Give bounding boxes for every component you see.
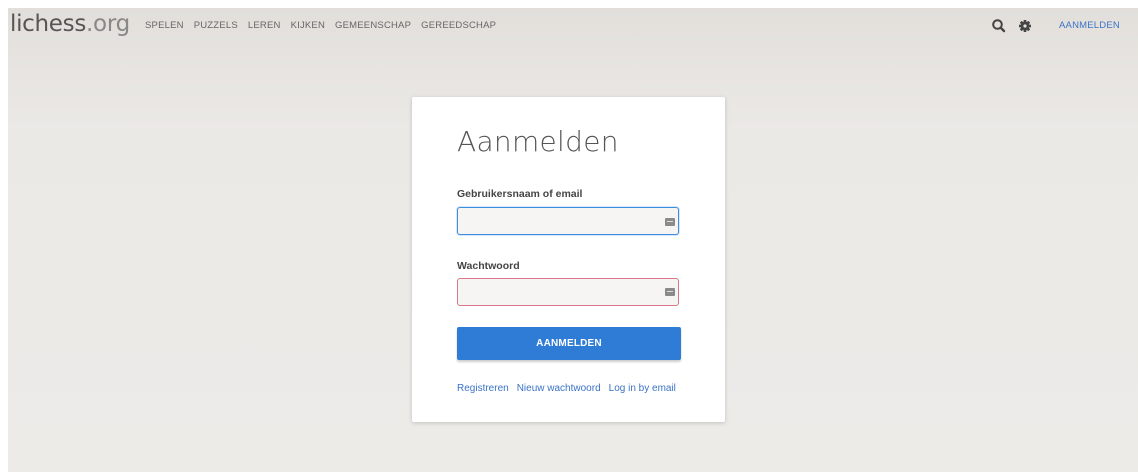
login-card: Aanmelden Gebruikersnaam of email Wachtw…	[412, 97, 725, 422]
nav-tools[interactable]: GEREEDSCHAP	[421, 20, 496, 31]
nav-learn[interactable]: LEREN	[248, 20, 281, 31]
login-submit-button[interactable]: AANMELDEN	[457, 327, 681, 360]
gear-icon[interactable]	[1016, 17, 1034, 35]
auth-links: Registreren Nieuw wachtwoord Log in by ema…	[457, 383, 684, 394]
reset-password-link[interactable]: Nieuw wachtwoord	[517, 383, 601, 394]
register-link[interactable]: Registreren	[457, 383, 509, 394]
logo-main: lichess	[10, 11, 87, 37]
header-login-link[interactable]: AANMELDEN	[1059, 20, 1120, 31]
nav-community[interactable]: GEMEENSCHAP	[335, 20, 411, 31]
username-input[interactable]	[457, 207, 679, 235]
search-icon[interactable]	[990, 17, 1008, 35]
username-label: Gebruikersnaam of email	[457, 188, 583, 200]
page-title: Aanmelden	[457, 125, 619, 158]
autofill-key-icon[interactable]	[665, 218, 675, 226]
logo-tld: .org	[86, 11, 130, 37]
main-nav: SPELEN PUZZELS LEREN KIJKEN GEMEENSCHAP …	[145, 20, 506, 31]
site-logo[interactable]: lichess.org	[10, 11, 130, 37]
nav-watch[interactable]: KIJKEN	[291, 20, 325, 31]
site-header: lichess.org SPELEN PUZZELS LEREN KIJKEN …	[8, 8, 1138, 48]
password-input[interactable]	[457, 278, 679, 306]
password-label: Wachtwoord	[457, 260, 520, 272]
nav-puzzles[interactable]: PUZZELS	[194, 20, 238, 31]
email-login-link[interactable]: Log in by email	[609, 383, 676, 394]
nav-play[interactable]: SPELEN	[145, 20, 184, 31]
autofill-key-icon[interactable]	[665, 288, 675, 296]
page-background: lichess.org SPELEN PUZZELS LEREN KIJKEN …	[8, 8, 1138, 472]
